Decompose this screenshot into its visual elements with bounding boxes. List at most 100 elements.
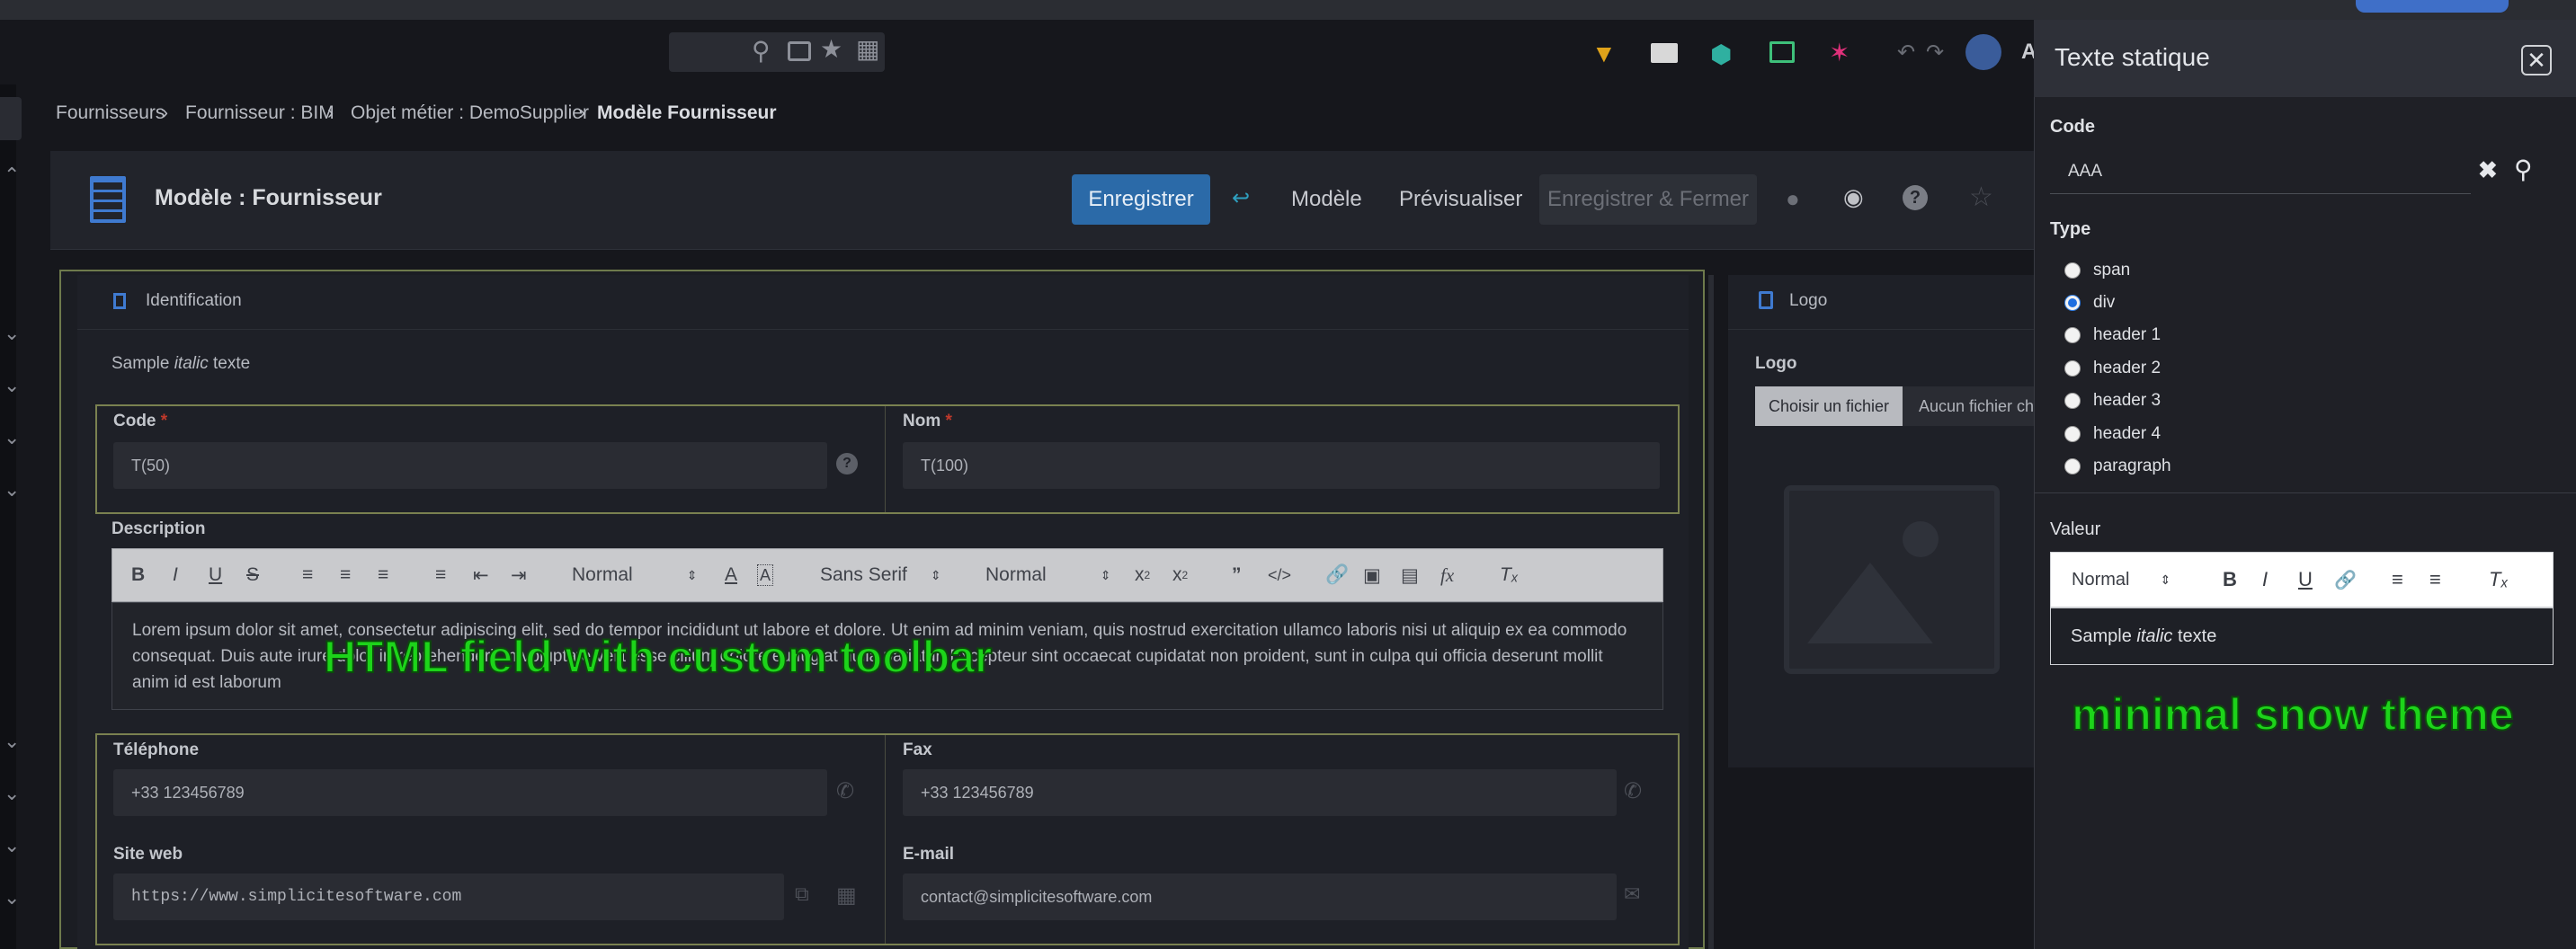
chevron-down-icon[interactable]: ⌄: [4, 834, 20, 857]
radio-button[interactable]: [2064, 360, 2081, 377]
grid-icon[interactable]: ▦: [856, 34, 879, 64]
video-icon[interactable]: ▤: [1401, 559, 1419, 591]
radio-option[interactable]: span: [2064, 258, 2130, 283]
radio-option[interactable]: paragraph: [2064, 454, 2171, 479]
breadcrumb-item[interactable]: Fournisseurs: [56, 102, 165, 128]
subscript-icon[interactable]: x2: [1135, 559, 1150, 591]
pdf-icon[interactable]: [1651, 43, 1678, 63]
comment-icon[interactable]: ●: [1786, 185, 1800, 213]
chevron-down-icon[interactable]: ⌄: [4, 374, 20, 397]
radio-option[interactable]: header 1: [2064, 323, 2161, 348]
bold-icon[interactable]: B: [2223, 564, 2237, 595]
phone-icon[interactable]: ✆: [836, 778, 854, 804]
external-link-icon[interactable]: ⧉: [795, 882, 809, 906]
align-icon[interactable]: ≡: [435, 559, 446, 591]
radio-button[interactable]: [2064, 426, 2081, 442]
chevron-down-icon[interactable]: ⌄: [4, 886, 20, 909]
size-select[interactable]: Normal ⇕: [985, 559, 1110, 591]
search-box[interactable]: [669, 32, 885, 72]
check-list-icon[interactable]: ≡: [378, 559, 388, 591]
radio-button[interactable]: [2064, 458, 2081, 474]
filter-icon[interactable]: ▼: [1591, 40, 1617, 68]
font-color-icon[interactable]: A: [725, 559, 737, 591]
value-editor[interactable]: Sample italic texte: [2050, 608, 2554, 665]
breadcrumb-item[interactable]: Objet métier : DemoSupplier: [351, 102, 589, 128]
preview-button[interactable]: Prévisualiser: [1399, 174, 1522, 225]
search-icon[interactable]: ⚲: [752, 36, 771, 66]
bold-icon[interactable]: B: [131, 559, 145, 591]
search-icon[interactable]: ⚲: [2514, 155, 2533, 184]
email-field[interactable]: contact@simplicitesoftware.com: [903, 874, 1617, 920]
breadcrumb-item[interactable]: Fournisseur : BIM: [185, 102, 334, 128]
cube-icon[interactable]: ⬢: [1710, 40, 1732, 69]
share-icon[interactable]: ✶: [1829, 38, 1850, 67]
indent-icon[interactable]: ⇥: [511, 559, 527, 591]
fax-field[interactable]: +33 123456789: [903, 769, 1617, 816]
link-icon[interactable]: 🔗: [2334, 564, 2357, 595]
font-select[interactable]: Sans Serif ⇕: [820, 559, 941, 591]
image-icon[interactable]: ▣: [1363, 559, 1381, 591]
italic-icon[interactable]: I: [2262, 564, 2268, 595]
avatar[interactable]: [1965, 34, 2001, 70]
chevron-down-icon[interactable]: ⌄: [4, 426, 20, 449]
model-button[interactable]: Modèle: [1291, 174, 1362, 225]
calendar-icon[interactable]: [788, 41, 811, 61]
bullet-list-icon[interactable]: ≡: [2429, 564, 2441, 595]
help-icon[interactable]: ?: [836, 453, 858, 474]
radio-button[interactable]: [2064, 327, 2081, 343]
quote-icon[interactable]: ”: [1232, 559, 1242, 591]
help-icon[interactable]: ?: [1903, 185, 1928, 210]
nom-field[interactable]: T(100): [903, 442, 1660, 489]
ordered-list-icon[interactable]: ≡: [302, 559, 313, 591]
chevron-down-icon[interactable]: ⌄: [4, 478, 20, 501]
save-close-button[interactable]: Enregistrer & Fermer: [1539, 174, 1757, 225]
radio-button-selected[interactable]: [2064, 295, 2081, 311]
telephone-field[interactable]: +33 123456789: [113, 769, 827, 816]
envelope-icon[interactable]: ✉: [1624, 882, 1640, 906]
binoculars-icon[interactable]: ◉: [1843, 183, 1864, 211]
radio-button[interactable]: [2064, 262, 2081, 279]
undo-icon[interactable]: ↶: [1897, 40, 1915, 66]
background-color-icon[interactable]: A: [757, 564, 774, 586]
strike-icon[interactable]: S: [246, 559, 259, 591]
underline-icon[interactable]: U: [209, 559, 222, 591]
profile-chip[interactable]: [2356, 0, 2509, 13]
rail-tab[interactable]: [0, 97, 22, 140]
clear-icon[interactable]: ✖: [2478, 156, 2498, 184]
radio-button[interactable]: [2064, 393, 2081, 409]
chevron-down-icon[interactable]: ⌄: [4, 730, 20, 753]
close-button[interactable]: ✕: [2521, 45, 2552, 75]
ordered-list-icon[interactable]: ≡: [2392, 564, 2403, 595]
star-icon[interactable]: ★: [820, 34, 842, 64]
chevron-down-icon[interactable]: ⌄: [4, 782, 20, 805]
superscript-icon[interactable]: x2: [1172, 559, 1188, 591]
star-outline-icon[interactable]: ☆: [1969, 182, 1993, 213]
underline-icon[interactable]: U: [2298, 564, 2313, 595]
chevron-up-icon[interactable]: ⌃: [4, 164, 20, 187]
save-button[interactable]: Enregistrer: [1072, 174, 1210, 225]
formula-icon[interactable]: fx: [1440, 559, 1454, 591]
redo-icon[interactable]: ↷: [1926, 40, 1944, 66]
chevron-down-icon[interactable]: ⌄: [4, 322, 20, 345]
outdent-icon[interactable]: ⇤: [473, 559, 489, 591]
radio-option[interactable]: header 2: [2064, 356, 2161, 381]
code-field[interactable]: T(50): [113, 442, 827, 489]
italic-icon[interactable]: I: [173, 559, 178, 591]
radio-option[interactable]: header 3: [2064, 388, 2161, 413]
radio-option[interactable]: div: [2064, 290, 2115, 315]
header-select[interactable]: Normal ⇕: [572, 559, 697, 591]
clear-format-icon[interactable]: Tₓ: [1500, 559, 1519, 591]
choose-file-button[interactable]: Choisir un fichier: [1755, 386, 1903, 426]
code-block-icon[interactable]: </>: [1268, 559, 1291, 591]
header-select[interactable]: Normal ⇕: [2072, 564, 2170, 595]
code-input[interactable]: AAA: [2050, 149, 2471, 194]
qr-icon[interactable]: ▦: [836, 882, 857, 909]
link-icon[interactable]: 🔗: [1325, 559, 1349, 591]
bullet-list-icon[interactable]: ≡: [340, 559, 351, 591]
site-web-field[interactable]: https://www.simplicitesoftware.com: [113, 874, 784, 920]
back-icon[interactable]: ↩: [1232, 185, 1250, 211]
chart-icon[interactable]: [1769, 41, 1795, 63]
radio-option[interactable]: header 4: [2064, 421, 2161, 447]
clear-format-icon[interactable]: Tₓ: [2489, 564, 2509, 595]
phone-icon[interactable]: ✆: [1624, 778, 1642, 804]
